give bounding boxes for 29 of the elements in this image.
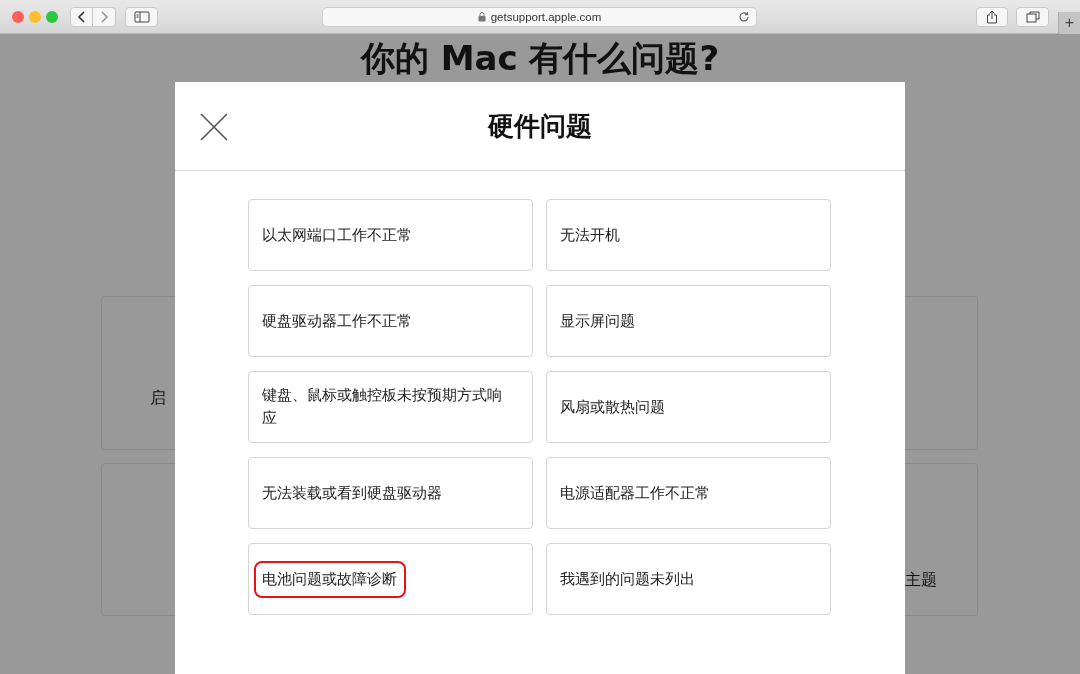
lock-icon <box>477 11 486 22</box>
option-button[interactable]: 无法开机 <box>546 199 831 271</box>
page-title: 你的 Mac 有什么问题? <box>359 38 721 78</box>
sidebar-button[interactable] <box>125 6 158 27</box>
chevron-left-icon <box>76 9 87 24</box>
option-button[interactable]: 无法装载或看到硬盘驱动器 <box>248 457 533 529</box>
minimize-window-button[interactable] <box>29 10 41 23</box>
option-button[interactable]: 显示屏问题 <box>546 285 831 357</box>
tabs-button[interactable] <box>1016 6 1049 27</box>
tabs-icon <box>1025 10 1040 23</box>
option-button[interactable]: 以太网端口工作不正常 <box>248 199 533 271</box>
option-button[interactable]: 键盘、鼠标或触控板未按预期方式响应 <box>248 371 533 443</box>
chevron-right-icon <box>99 9 109 24</box>
option-button[interactable]: 电源适配器工作不正常 <box>546 457 831 529</box>
back-button[interactable] <box>70 6 93 27</box>
option-button[interactable]: 电池问题或故障诊断 <box>248 543 533 615</box>
close-icon[interactable] <box>200 113 228 141</box>
new-tab-button[interactable]: + <box>1058 12 1080 34</box>
reload-icon[interactable] <box>738 10 750 23</box>
dialog-title: 硬件问题 <box>488 109 592 143</box>
address-bar[interactable]: getsupport.apple.com <box>322 6 757 27</box>
option-button[interactable]: 硬盘驱动器工作不正常 <box>248 285 533 357</box>
sidebar-icon <box>133 10 150 23</box>
share-icon <box>986 9 998 24</box>
share-button[interactable] <box>976 6 1008 27</box>
option-button[interactable]: 风扇或散热问题 <box>546 371 831 443</box>
close-window-button[interactable] <box>12 10 24 23</box>
zoom-window-button[interactable] <box>46 10 58 23</box>
option-button[interactable]: 我遇到的问题未列出 <box>546 543 831 615</box>
